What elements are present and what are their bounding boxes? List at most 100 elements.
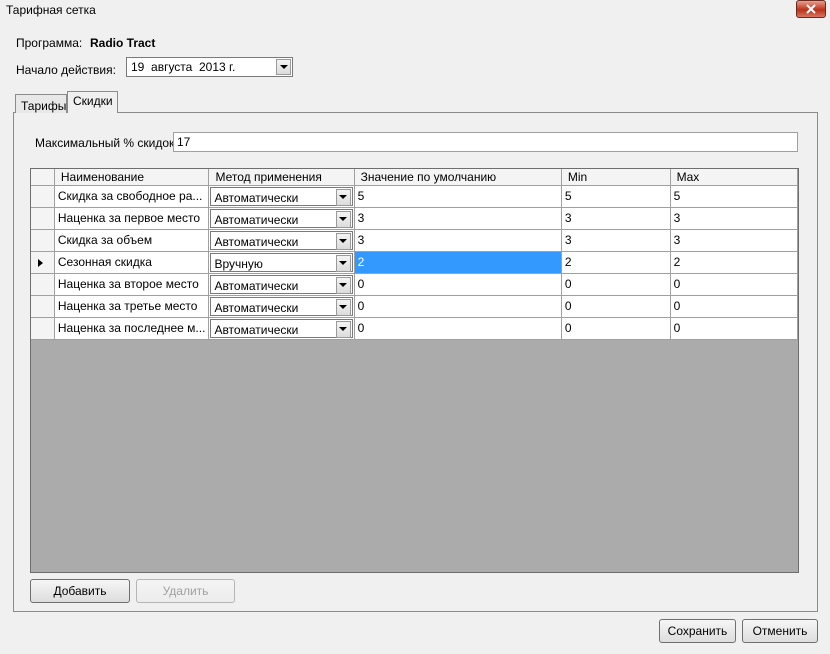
save-button[interactable]: Сохранить bbox=[659, 619, 736, 643]
chevron-down-icon bbox=[339, 239, 348, 243]
method-value: Автоматически bbox=[214, 322, 299, 337]
cell-name[interactable]: Наценка за второе место bbox=[54, 273, 210, 296]
chevron-down-icon bbox=[339, 327, 348, 331]
chevron-down-icon bbox=[279, 65, 288, 69]
method-select[interactable]: Автоматически bbox=[210, 230, 353, 250]
table-row[interactable]: Наценка за второе место Автоматически 0 … bbox=[31, 273, 798, 296]
table-row[interactable]: Наценка за первое место Автоматически 3 … bbox=[31, 207, 798, 230]
row-header[interactable] bbox=[31, 295, 55, 318]
start-date-label: Начало действия: bbox=[16, 63, 116, 77]
discounts-grid: Наименование Метод применения Значение п… bbox=[30, 168, 799, 573]
method-dropdown-button[interactable] bbox=[335, 232, 351, 250]
delete-button[interactable]: Удалить bbox=[136, 579, 235, 603]
method-value: Автоматически bbox=[214, 278, 299, 293]
title-bar: Тарифная сетка bbox=[0, 0, 830, 22]
cell-max[interactable]: 2 bbox=[670, 251, 798, 274]
table-row[interactable]: Скидка за объем Автоматически 3 3 3 bbox=[31, 229, 798, 252]
add-button[interactable]: Добавить bbox=[30, 579, 130, 603]
cell-method[interactable]: Автоматически bbox=[208, 185, 355, 208]
cell-max[interactable]: 3 bbox=[670, 207, 798, 230]
discounts-table: Наименование Метод применения Значение п… bbox=[31, 169, 798, 340]
method-value: Автоматически bbox=[214, 212, 299, 227]
method-dropdown-button[interactable] bbox=[335, 188, 351, 206]
cell-name[interactable]: Наценка за третье место bbox=[54, 295, 210, 318]
max-discount-label: Максимальный % скидок: bbox=[35, 136, 178, 150]
cell-max[interactable]: 0 bbox=[670, 273, 798, 296]
tab-discounts[interactable]: Скидки bbox=[67, 91, 118, 113]
cell-default[interactable]: 0 bbox=[354, 295, 562, 318]
method-dropdown-button[interactable] bbox=[335, 254, 351, 272]
cell-default[interactable]: 5 bbox=[354, 185, 562, 208]
chevron-down-icon bbox=[339, 283, 348, 287]
column-header-default[interactable]: Значение по умолчанию bbox=[354, 169, 562, 186]
column-header-max[interactable]: Max bbox=[670, 169, 798, 186]
close-button[interactable] bbox=[796, 0, 826, 18]
method-select[interactable]: Автоматически bbox=[210, 274, 353, 294]
row-header[interactable] bbox=[31, 229, 55, 252]
chevron-down-icon bbox=[339, 217, 348, 221]
cell-default[interactable]: 0 bbox=[354, 317, 562, 340]
cell-max[interactable]: 0 bbox=[670, 295, 798, 318]
tab-discounts-label: Скидки bbox=[73, 94, 113, 108]
table-row[interactable]: Наценка за последнее м... Автоматически … bbox=[31, 317, 798, 340]
chevron-down-icon bbox=[339, 261, 348, 265]
cell-min[interactable]: 0 bbox=[561, 273, 671, 296]
cell-method[interactable]: Автоматически bbox=[208, 229, 355, 252]
method-dropdown-button[interactable] bbox=[335, 210, 351, 228]
cell-min[interactable]: 3 bbox=[561, 207, 671, 230]
start-date-value: 19 августа 2013 г. bbox=[131, 60, 236, 74]
current-row-arrow-icon bbox=[38, 258, 43, 267]
row-header[interactable] bbox=[31, 273, 55, 296]
column-header-method[interactable]: Метод применения bbox=[208, 169, 355, 186]
cell-default[interactable]: 0 bbox=[354, 273, 562, 296]
method-select[interactable]: Автоматически bbox=[210, 296, 353, 316]
row-header[interactable] bbox=[31, 317, 55, 340]
row-header[interactable] bbox=[31, 207, 55, 230]
cell-name[interactable]: Сезонная скидка bbox=[54, 251, 210, 274]
row-header[interactable] bbox=[31, 251, 55, 274]
method-value: Вручную bbox=[214, 256, 263, 271]
cell-method[interactable]: Вручную bbox=[208, 251, 355, 274]
column-header-name[interactable]: Наименование bbox=[54, 169, 210, 186]
cell-method[interactable]: Автоматически bbox=[208, 207, 355, 230]
cell-max[interactable]: 0 bbox=[670, 317, 798, 340]
max-discount-input[interactable]: 17 bbox=[173, 132, 798, 152]
cell-min[interactable]: 5 bbox=[561, 185, 671, 208]
table-row[interactable]: Наценка за третье место Автоматически 0 … bbox=[31, 295, 798, 318]
method-select[interactable]: Автоматически bbox=[210, 186, 353, 206]
method-select[interactable]: Автоматически bbox=[210, 208, 353, 228]
method-value: Автоматически bbox=[214, 300, 299, 315]
cell-method[interactable]: Автоматически bbox=[208, 295, 355, 318]
cell-default[interactable]: 3 bbox=[354, 229, 562, 252]
cell-default-selected[interactable]: 2 bbox=[354, 251, 562, 274]
tab-tariffs-label: Тарифы bbox=[21, 99, 67, 113]
method-select[interactable]: Вручную bbox=[210, 252, 353, 272]
cell-min[interactable]: 3 bbox=[561, 229, 671, 252]
column-header-min[interactable]: Min bbox=[561, 169, 671, 186]
tab-tariffs[interactable]: Тарифы bbox=[15, 94, 67, 113]
cancel-button[interactable]: Отменить bbox=[742, 619, 818, 643]
cell-method[interactable]: Автоматически bbox=[208, 317, 355, 340]
cell-max[interactable]: 5 bbox=[670, 185, 798, 208]
start-date-dropdown-button[interactable] bbox=[276, 59, 291, 75]
method-dropdown-button[interactable] bbox=[335, 298, 351, 316]
method-dropdown-button[interactable] bbox=[335, 276, 351, 294]
start-date-picker[interactable]: 19 августа 2013 г. bbox=[126, 57, 293, 77]
method-dropdown-button[interactable] bbox=[335, 320, 351, 338]
cell-min[interactable]: 2 bbox=[561, 251, 671, 274]
cell-min[interactable]: 0 bbox=[561, 295, 671, 318]
window-title: Тарифная сетка bbox=[6, 3, 96, 17]
cell-min[interactable]: 0 bbox=[561, 317, 671, 340]
cell-name[interactable]: Наценка за первое место bbox=[54, 207, 210, 230]
table-row-current[interactable]: Сезонная скидка Вручную 2 2 2 bbox=[31, 251, 798, 274]
cell-name[interactable]: Скидка за свободное ра... bbox=[54, 185, 210, 208]
cell-default[interactable]: 3 bbox=[354, 207, 562, 230]
table-row[interactable]: Скидка за свободное ра... Автоматически … bbox=[31, 185, 798, 208]
cell-name[interactable]: Наценка за последнее м... bbox=[54, 317, 210, 340]
program-label: Программа: bbox=[16, 36, 83, 50]
cell-name[interactable]: Скидка за объем bbox=[54, 229, 210, 252]
cell-method[interactable]: Автоматически bbox=[208, 273, 355, 296]
cell-max[interactable]: 3 bbox=[670, 229, 798, 252]
row-header[interactable] bbox=[31, 185, 55, 208]
method-select[interactable]: Автоматически bbox=[210, 318, 353, 338]
